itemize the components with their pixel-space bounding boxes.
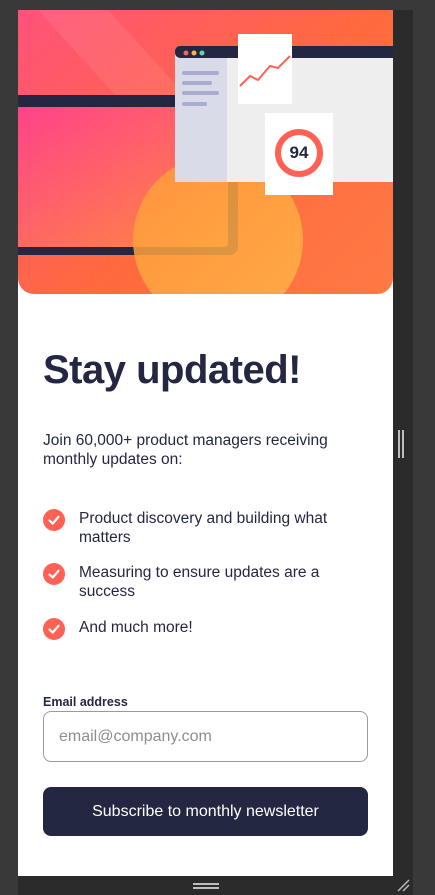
score-value: 94 <box>289 143 309 162</box>
email-label: Email address <box>43 695 128 709</box>
list-item-text: And much more! <box>79 619 193 636</box>
chart-card <box>238 34 292 104</box>
check-icon <box>43 563 65 585</box>
list-item-text: Measuring to ensure updates are a succes… <box>79 564 320 600</box>
list-item-text: Product discovery and building what matt… <box>79 510 328 546</box>
subscribe-button[interactable]: Subscribe to monthly newsletter <box>43 787 368 836</box>
check-icon <box>43 509 65 531</box>
page-title: Stay updated! <box>43 348 301 392</box>
check-icon <box>43 618 65 640</box>
corner-resize-icon[interactable] <box>396 878 410 892</box>
hero-illustration: 94 <box>18 10 393 294</box>
resize-handle-vertical[interactable] <box>398 430 406 458</box>
mobile-viewport: 94 Stay updated! Join 60,000+ product ma… <box>18 10 393 876</box>
hero-artwork <box>18 10 393 294</box>
intro-text: Join 60,000+ product managers receiving … <box>43 432 328 468</box>
email-field[interactable] <box>43 711 368 762</box>
resize-handle-horizontal[interactable] <box>193 882 219 890</box>
